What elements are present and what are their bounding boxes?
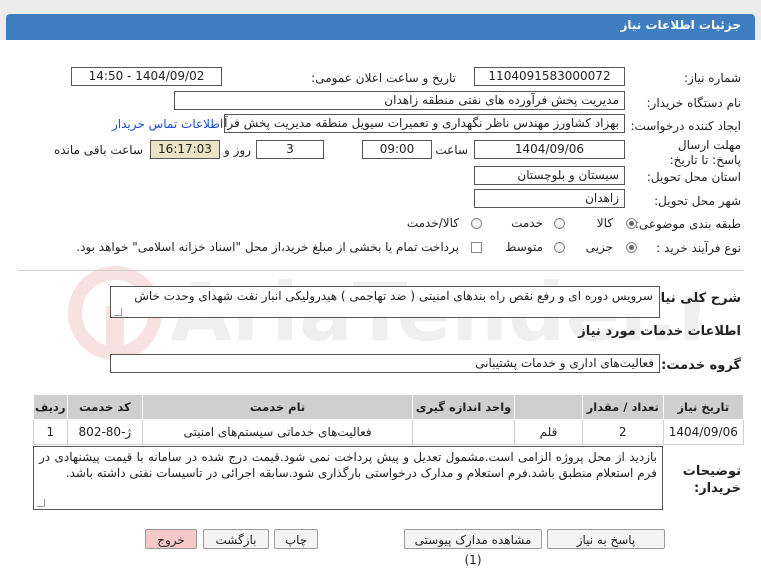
process-option-minor: جزیی — [585, 240, 613, 254]
cell-service-name: فعالیت‌های خدماتی سیستم‌های امنیتی — [142, 419, 413, 445]
cell-unit: قلم — [514, 419, 583, 445]
services-table: تاریخ نیاز تعداد / مقدار واحد اندازه گیر… — [33, 394, 745, 445]
province-field: سیستان و بلوچستان — [474, 166, 625, 185]
deadline-date-field: 1404/09/06 — [474, 140, 625, 159]
col-header-need-date: تاریخ نیاز — [662, 394, 745, 420]
notes-label: توضیحات خریدار: — [682, 464, 741, 496]
cell-quantity: 2 — [581, 419, 664, 445]
city-label: شهر محل تحویل: — [654, 194, 741, 208]
category-label: طبقه بندی موضوعی: — [634, 217, 741, 231]
category-option-service: خدمت — [511, 216, 543, 230]
province-label: استان محل تحویل: — [646, 170, 741, 184]
resize-grip-icon[interactable] — [37, 499, 45, 507]
table-header-row: تاریخ نیاز تعداد / مقدار واحد اندازه گیر… — [33, 394, 745, 420]
category-option-goods: کالا — [596, 216, 613, 230]
page-title: جزئیات اطلاعات نیاز — [620, 18, 741, 32]
cell-row-number: 1 — [33, 419, 68, 445]
process-radio-medium[interactable] — [554, 242, 565, 253]
buyer-field: مدیریت پخش فرآورده های نفتی منطقه زاهدان — [174, 91, 625, 110]
remaining-label: ساعت باقی مانده — [53, 143, 143, 157]
col-header-unit-type: واحد اندازه گیری — [411, 394, 516, 420]
cell-service-code: ژ-80-802 — [66, 419, 144, 445]
col-header-service-code: کد خدمت — [66, 394, 144, 420]
need-number-label: شماره نیاز: — [684, 71, 741, 85]
buyer-label: نام دستگاه خریدار: — [646, 96, 742, 110]
cell-need-date: 1404/09/06 — [662, 419, 745, 445]
back-button[interactable]: بازگشت — [203, 529, 269, 549]
table-row: 1404/09/06 2 قلم فعالیت‌های خدماتی سیستم… — [33, 419, 745, 445]
col-header-service-name: نام خدمت — [142, 394, 413, 420]
services-section-title: اطلاعات خدمات مورد نیاز — [578, 324, 741, 339]
deadline-label: مهلت ارسال پاسخ: تا تاریخ: — [669, 138, 741, 167]
divider — [18, 270, 744, 271]
header-area: جزئیات اطلاعات نیاز — [0, 0, 761, 40]
deadline-time-field: 09:00 — [362, 140, 432, 159]
notes-field: بازدید از محل پروژه الزامی است.مشمول تعد… — [33, 446, 663, 510]
announce-field: 1404/09/02 - 14:50 — [71, 67, 222, 86]
treasury-checkbox[interactable] — [471, 242, 482, 253]
col-header-unit — [514, 394, 583, 420]
reply-button[interactable]: پاسخ به نیاز — [547, 529, 665, 549]
need-number-field: 1104091583000072 — [474, 67, 625, 86]
city-field: زاهدان — [474, 189, 625, 208]
remaining-time-field: 16:17:03 — [150, 140, 220, 159]
service-group-label: گروه خدمت: — [661, 358, 741, 373]
category-option-both: کالا/خدمت — [406, 216, 459, 230]
days-label: روز و — [224, 143, 251, 157]
header-bar: جزئیات اطلاعات نیاز — [6, 14, 755, 40]
cell-unit-spacer — [411, 419, 516, 445]
time-label: ساعت — [435, 143, 468, 157]
summary-label: شرح کلی نیاز: — [647, 291, 741, 306]
exit-button[interactable]: خروج — [145, 529, 197, 549]
service-group-field: فعالیت‌های اداری و خدمات پشتیبانی — [110, 354, 660, 373]
process-option-medium: متوسط — [505, 240, 543, 254]
announce-label: تاریخ و ساعت اعلان عمومی: — [311, 71, 456, 85]
category-radio-both[interactable] — [471, 218, 482, 229]
days-field: 3 — [256, 140, 324, 159]
resize-grip-icon[interactable] — [114, 308, 122, 316]
treasury-note: پرداخت تمام یا بخشی از مبلغ خرید،از محل … — [76, 240, 459, 254]
col-header-quantity: تعداد / مقدار — [581, 394, 664, 420]
category-radio-service[interactable] — [554, 218, 565, 229]
view-attachments-button[interactable]: مشاهده مدارک پیوستی (1) — [404, 529, 542, 567]
notes-text: بازدید از محل پروژه الزامی است.مشمول تعد… — [39, 450, 657, 480]
process-radio-minor[interactable] — [626, 242, 637, 253]
summary-field: سرویس دوره ای و رفع نقص راه بندهای امنیت… — [110, 286, 660, 318]
col-header-row: ردیف — [33, 394, 68, 420]
creator-field: بهزاد کشاورز مهندس ناظر نگهداری و تعمیرا… — [224, 114, 625, 133]
print-button[interactable]: چاپ — [274, 529, 318, 549]
category-radio-goods[interactable] — [626, 218, 637, 229]
summary-text: سرویس دوره ای و رفع نقص راه بندهای امنیت… — [134, 289, 653, 303]
creator-label: ایجاد کننده درخواست: — [630, 119, 741, 133]
contact-info-link[interactable]: اطلاعات تماس خریدار — [112, 117, 223, 131]
process-label: نوع فرآیند خرید : — [656, 241, 741, 255]
